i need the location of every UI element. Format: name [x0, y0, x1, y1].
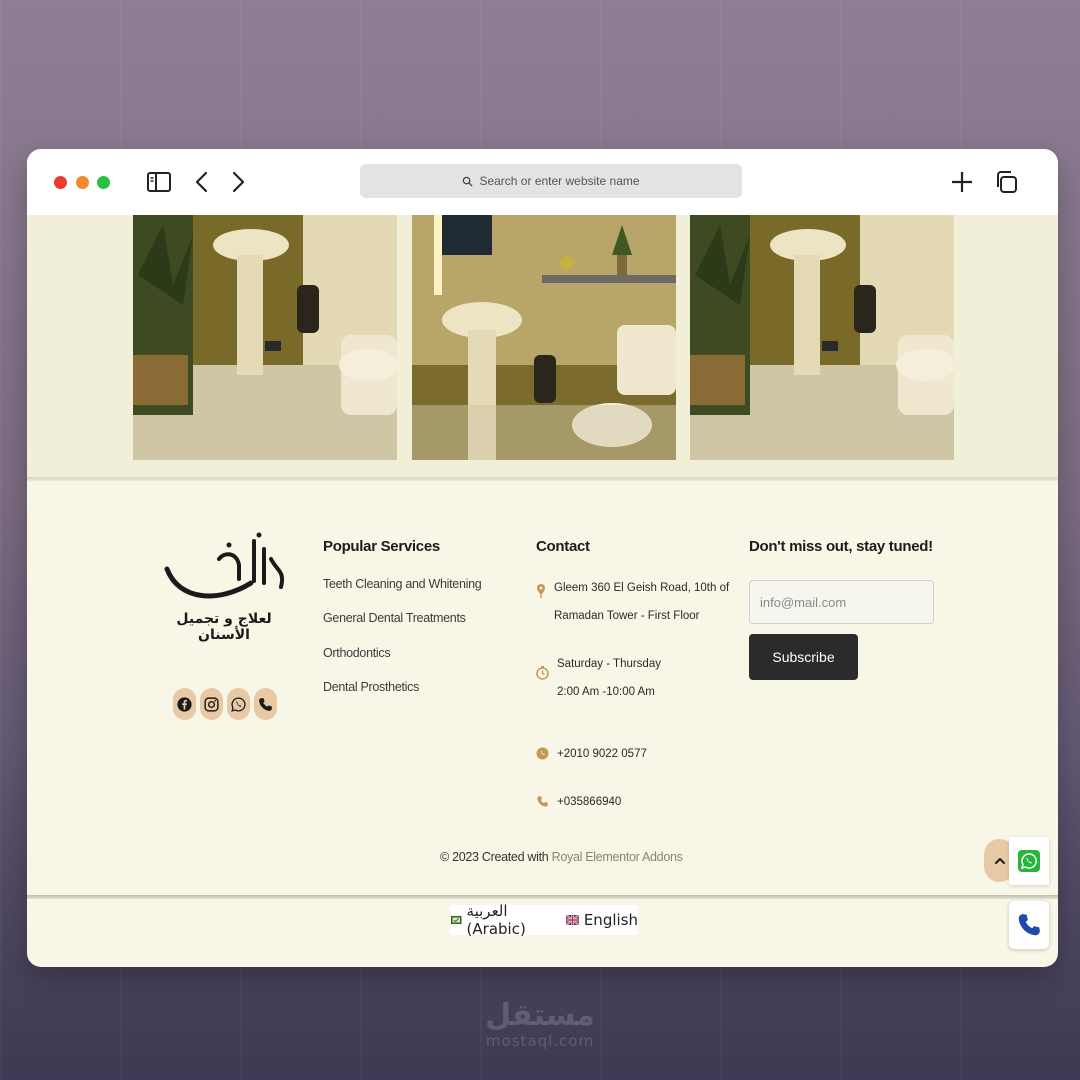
newsletter-title: Don't miss out, stay tuned!: [749, 538, 933, 555]
search-icon: [463, 176, 473, 187]
phone-icon: [1018, 914, 1040, 936]
address-placeholder: Search or enter website name: [479, 174, 640, 188]
maximize-window-dot[interactable]: [97, 176, 110, 189]
address-bar[interactable]: Search or enter website name: [360, 164, 742, 198]
service-link[interactable]: Teeth Cleaning and Whitening: [323, 577, 482, 591]
phone-icon: [537, 796, 548, 807]
phone-icon[interactable]: [254, 688, 277, 720]
phone-number: +035866940: [557, 796, 622, 808]
contact-phone[interactable]: +035866940: [536, 788, 621, 816]
whatsapp-icon[interactable]: [227, 688, 250, 720]
hours-line: 2:00 Am -10:00 Am: [557, 686, 655, 698]
chevron-up-icon: [994, 857, 1005, 864]
contact-whatsapp[interactable]: +2010 9022 0577: [536, 740, 647, 768]
sidebar-icon[interactable]: [146, 169, 172, 195]
service-link[interactable]: Dental Prosthetics: [323, 680, 419, 694]
contact-title: Contact: [536, 538, 590, 555]
forward-icon[interactable]: [224, 169, 250, 195]
call-float-button[interactable]: [1009, 901, 1049, 949]
email-field[interactable]: [749, 580, 934, 624]
language-arabic[interactable]: العربية (Arabic): [451, 902, 552, 938]
brand-logo[interactable]: لعلاج و تجميل الأسنان: [159, 531, 289, 643]
bathroom-photo[interactable]: [412, 215, 676, 460]
clock-icon: [536, 666, 549, 680]
bathroom-photo[interactable]: [690, 215, 954, 460]
social-links: [173, 688, 277, 720]
hours-line: Saturday - Thursday: [557, 658, 661, 670]
addon-link[interactable]: Royal Elementor Addons: [552, 850, 683, 864]
new-tab-icon[interactable]: [949, 169, 975, 195]
address-line: Gleem 360 El Geish Road, 10th of: [554, 582, 730, 594]
address-line: Ramadan Tower - First Floor: [554, 610, 700, 622]
browser-toolbar: Search or enter website name: [27, 149, 1058, 216]
page-content: لعلاج و تجميل الأسنان Popular Services T…: [27, 215, 1058, 967]
watermark-arabic: مستقل: [485, 998, 595, 1033]
facebook-icon[interactable]: [173, 688, 196, 720]
footer-bottom-divider: [27, 895, 1058, 899]
contact-address: Gleem 360 El Geish Road, 10th of Ramadan…: [536, 574, 729, 630]
back-icon[interactable]: [190, 169, 216, 195]
instagram-icon[interactable]: [200, 688, 223, 720]
map-pin-icon: [537, 584, 545, 598]
watermark: مستقل mostaql.com: [470, 998, 610, 1051]
minimize-window-dot[interactable]: [76, 176, 89, 189]
browser-window: Search or enter website name لعلاج و تجم…: [27, 149, 1058, 967]
tabs-icon[interactable]: [993, 169, 1019, 195]
language-label: English: [583, 911, 638, 929]
service-link[interactable]: General Dental Treatments: [323, 611, 466, 625]
egypt-flag: [451, 915, 462, 925]
language-english[interactable]: English: [565, 911, 638, 929]
footer: لعلاج و تجميل الأسنان Popular Services T…: [27, 481, 1058, 896]
uk-flag: [565, 915, 579, 925]
language-label: العربية (Arabic): [466, 902, 526, 938]
contact-hours: Saturday - Thursday 2:00 Am -10:00 Am: [536, 650, 661, 706]
bathroom-photo[interactable]: [133, 215, 397, 460]
language-switcher: العربية (Arabic) English: [451, 902, 638, 938]
logo-tagline: لعلاج و تجميل الأسنان: [176, 611, 272, 643]
whatsapp-float-button[interactable]: [1009, 837, 1049, 885]
whatsapp-icon: [1018, 850, 1040, 872]
close-window-dot[interactable]: [54, 176, 67, 189]
whatsapp-icon: [536, 747, 549, 760]
whatsapp-number: +2010 9022 0577: [557, 748, 647, 760]
subscribe-button[interactable]: Subscribe: [749, 634, 858, 680]
services-title: Popular Services: [323, 538, 440, 555]
service-link[interactable]: Orthodontics: [323, 646, 391, 660]
copyright-text: © 2023 Created with: [440, 850, 552, 864]
gallery: [27, 215, 1058, 477]
watermark-url: mostaql.com: [485, 1032, 595, 1050]
